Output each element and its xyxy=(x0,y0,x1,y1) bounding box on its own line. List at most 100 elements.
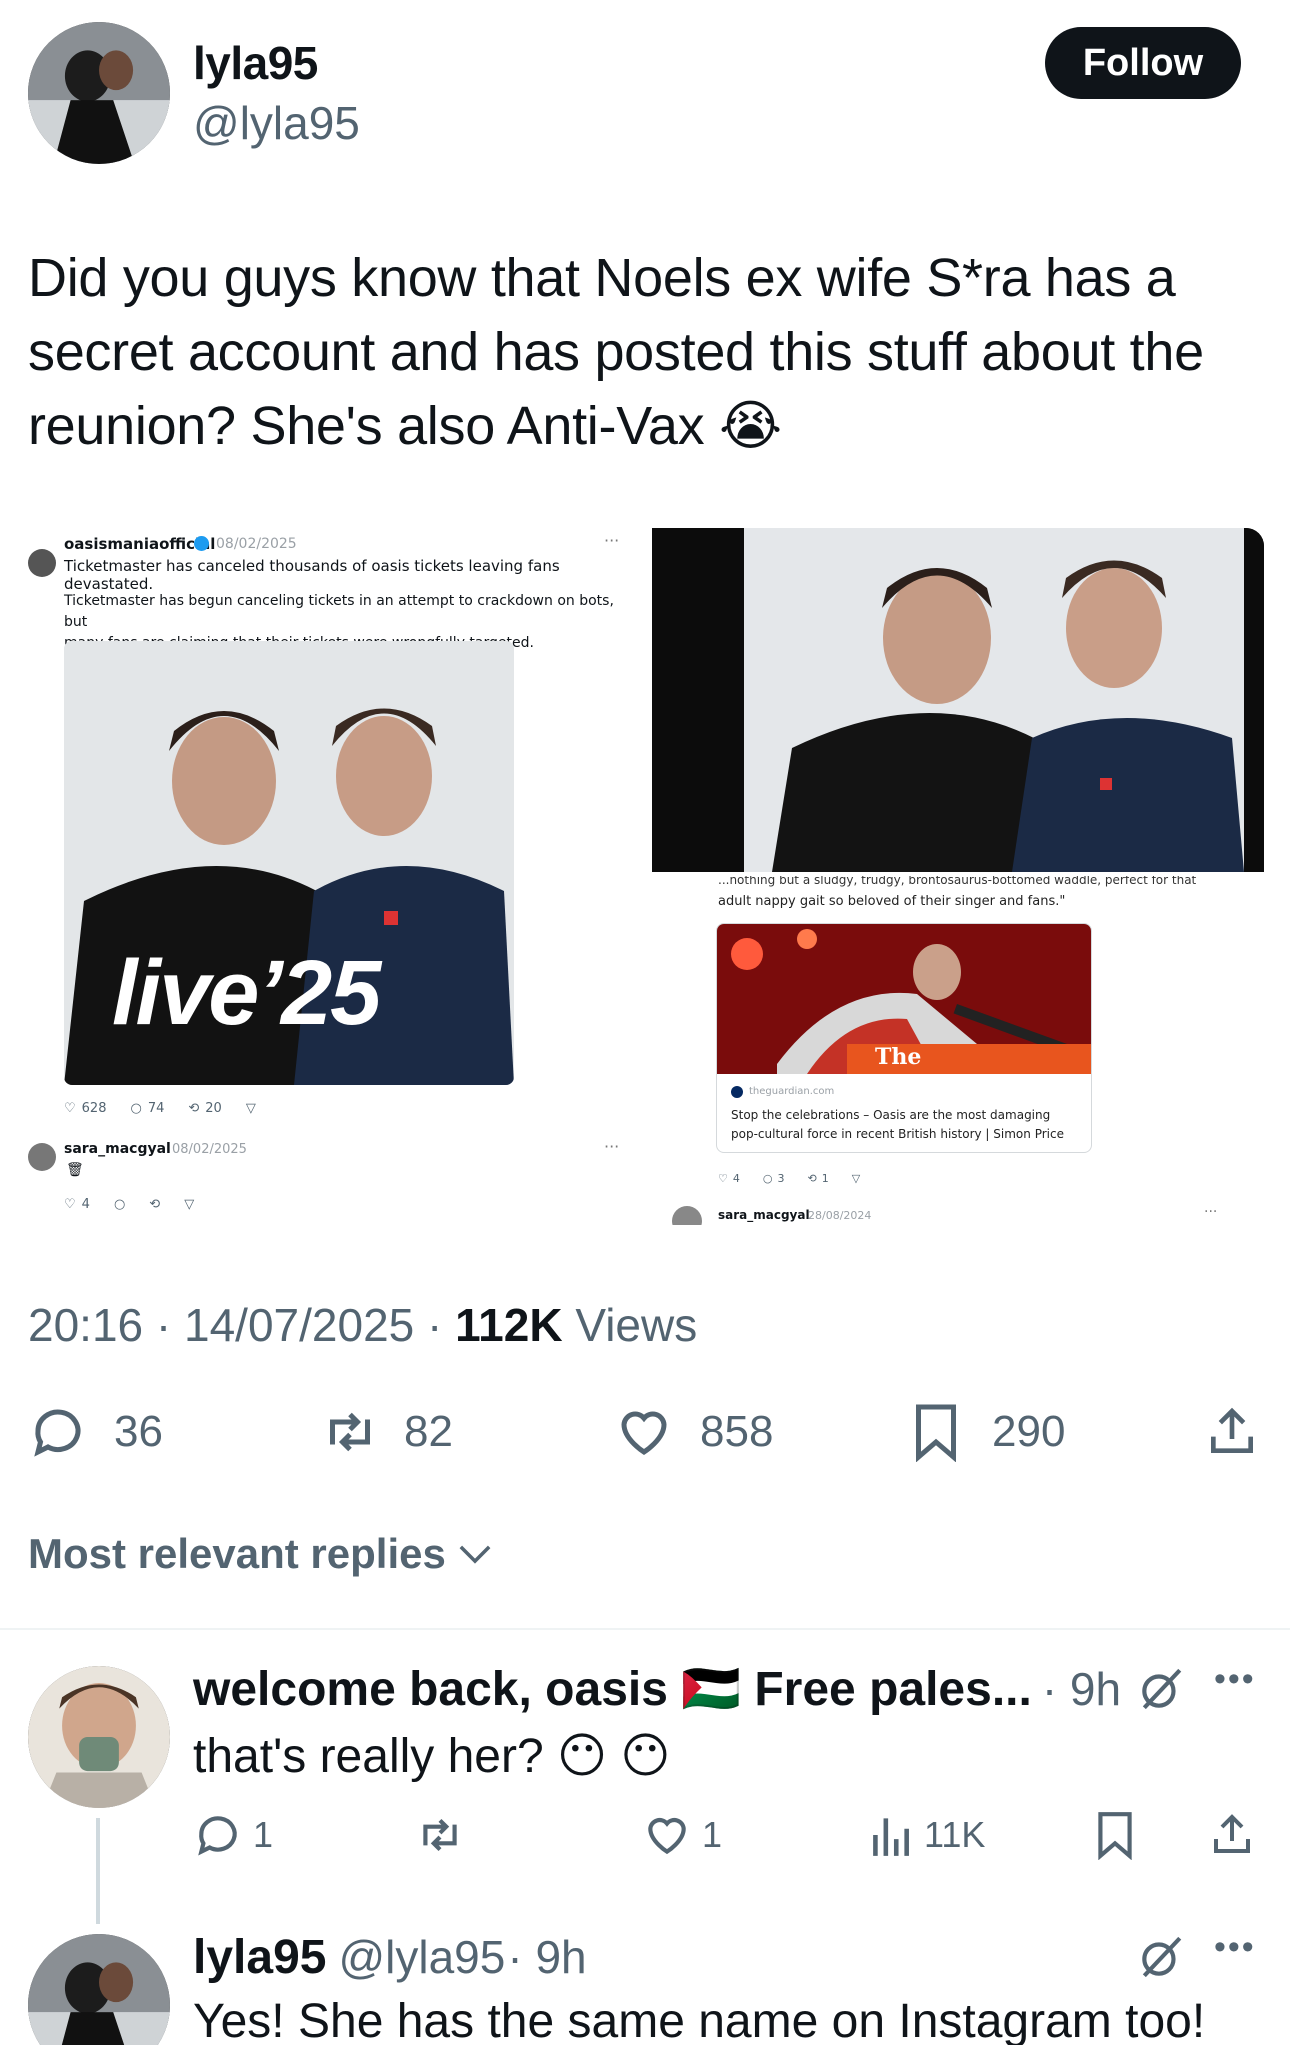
reply-views-count: 11K xyxy=(924,1814,986,1855)
reply-icon xyxy=(198,1816,237,1856)
likes-count: 4 xyxy=(732,1172,740,1185)
reply-icon xyxy=(34,1409,81,1457)
post-account: oasismaniaofficial xyxy=(64,535,216,553)
poster-text: live’25 xyxy=(112,942,381,1044)
reply-text: that's really her? 😶 😶 xyxy=(193,1730,671,1783)
follow-button[interactable]: Follow xyxy=(1045,27,1241,99)
likes-count: 4 xyxy=(81,1197,90,1212)
more-icon: ··· xyxy=(604,1137,620,1156)
replies-count: 36 xyxy=(114,1407,163,1456)
views-icon xyxy=(873,1818,909,1856)
repost-icon: ⟲ xyxy=(149,1197,161,1212)
left-post-actions: ♡ 628 ○ 74 ⟲ 20 ▽ xyxy=(64,1101,256,1116)
comment-icon: ○ xyxy=(113,1197,126,1212)
reply-avatar[interactable] xyxy=(28,1666,170,1808)
attached-image-right[interactable]: ...nothing but a sludgy, trudgy, brontos… xyxy=(652,528,1264,1225)
post-date: 28/08/2024 xyxy=(808,1209,872,1222)
reply-views-button[interactable]: 11K xyxy=(868,1810,985,1860)
bookmark-icon xyxy=(916,1404,956,1462)
grok-icon xyxy=(1142,1668,1182,1710)
avatar-image-icon xyxy=(28,1934,170,2045)
thread-line xyxy=(96,1818,100,1924)
like-button[interactable]: 858 xyxy=(614,1402,773,1462)
author-avatar[interactable] xyxy=(28,22,170,164)
bookmark-icon xyxy=(1098,1812,1132,1860)
more-icon: ··· xyxy=(604,531,620,550)
tweet-text-line: reunion? She's also Anti-Vax 😭 xyxy=(28,396,782,456)
post-headline: Ticketmaster has canceled thousands of o… xyxy=(64,557,560,593)
reply-repost-button[interactable] xyxy=(412,1810,468,1860)
author-handle[interactable]: @lyla95 xyxy=(193,96,360,150)
more-icon[interactable]: ••• xyxy=(1214,1660,1256,1699)
heart-icon: ♡ xyxy=(718,1172,728,1185)
reply-bookmark-button[interactable] xyxy=(1094,1810,1136,1860)
comment-icon: ○ xyxy=(762,1172,773,1185)
tweet-text: Did you guys know that Noels ex wife S*r… xyxy=(28,241,1268,463)
reply-avatar[interactable] xyxy=(28,1934,170,2045)
more-icon[interactable]: ••• xyxy=(1214,1928,1256,1967)
avatar-image-icon xyxy=(28,1666,170,1808)
post-date: 08/02/2025 xyxy=(216,536,297,552)
reply-date: 08/02/2025 xyxy=(172,1142,247,1157)
separator-dot: · xyxy=(155,1299,172,1351)
reply-author-handle[interactable]: @lyla95 xyxy=(338,1930,505,1984)
share-icon: ▽ xyxy=(184,1197,195,1212)
reply-author-name[interactable]: welcome back, oasis 🇵🇸 Free pales... xyxy=(193,1660,1032,1717)
reply-header: lyla95 @lyla95 · 9h xyxy=(193,1930,587,1985)
quote-line: ...nothing but a sludgy, trudgy, brontos… xyxy=(718,876,1197,887)
more-icon: ··· xyxy=(1204,1204,1218,1220)
tweet-text-line: Did you guys know that Noels ex wife S*r… xyxy=(28,248,1176,308)
repost-icon xyxy=(423,1818,457,1852)
reply-replies-count: 1 xyxy=(253,1814,274,1855)
bookmark-button[interactable]: 290 xyxy=(910,1402,1065,1462)
replies-sort-dropdown[interactable]: Most relevant replies xyxy=(28,1530,492,1578)
guardian-logo-icon xyxy=(731,1086,743,1098)
post-account: sara_macgyal xyxy=(718,1208,810,1222)
divider xyxy=(0,1628,1290,1630)
card-title-line: Stop the celebrations – Oasis are the mo… xyxy=(731,1108,1051,1122)
author-name[interactable]: lyla95 xyxy=(193,36,318,90)
reposts-count: 20 xyxy=(205,1101,222,1116)
post-date: 14/07/2025 xyxy=(184,1299,415,1351)
account-avatar xyxy=(672,1206,702,1225)
chevron-down-icon xyxy=(459,1545,491,1564)
quote-line: adult nappy gait so beloved of their sin… xyxy=(718,894,1066,909)
card-brand: The xyxy=(875,1044,922,1070)
reposts-count: 1 xyxy=(821,1172,829,1185)
share-icon: ▽ xyxy=(245,1101,256,1116)
reply-text: Yes! She has the same name on Instagram … xyxy=(193,1995,1206,2045)
video-frame xyxy=(652,528,1264,872)
reply-share-button[interactable] xyxy=(1208,1810,1256,1860)
repost-button[interactable]: 82 xyxy=(318,1402,453,1462)
right-post-actions: ♡ 4 ○ 3 ⟲ 1 ▽ xyxy=(718,1172,860,1185)
comment-icon: ○ xyxy=(130,1101,142,1116)
likes-count: 628 xyxy=(81,1101,107,1116)
likes-count: 858 xyxy=(700,1407,774,1456)
share-icon xyxy=(1211,1407,1253,1453)
comments-count: 3 xyxy=(777,1172,785,1185)
tweet-text-line: secret account and has posted this stuff… xyxy=(28,322,1204,382)
post-time: 20:16 xyxy=(28,1299,144,1351)
band-photo-icon xyxy=(652,528,1264,872)
reply-reply-button[interactable]: 1 xyxy=(193,1810,273,1860)
grok-button[interactable] xyxy=(1136,1664,1186,1719)
reply-header: welcome back, oasis 🇵🇸 Free pales... · 9… xyxy=(193,1660,1193,1717)
post-body-line: Ticketmaster has begun canceling tickets… xyxy=(64,593,614,630)
reply-button[interactable]: 36 xyxy=(28,1402,163,1462)
grok-button[interactable] xyxy=(1136,1932,1186,1987)
link-card: The theguardian.com Stop the celebration… xyxy=(716,923,1092,1153)
reply-like-button[interactable]: 1 xyxy=(642,1810,722,1860)
reply-author-name[interactable]: lyla95 xyxy=(193,1930,326,1985)
share-button[interactable] xyxy=(1204,1402,1260,1462)
bookmarks-count: 290 xyxy=(992,1407,1066,1456)
reposts-count: 82 xyxy=(404,1407,453,1456)
comments-count: 74 xyxy=(147,1101,165,1116)
verified-icon xyxy=(194,536,209,551)
grok-icon xyxy=(1142,1936,1182,1978)
attached-image-left[interactable]: oasismaniaofficial 08/02/2025 ··· Ticket… xyxy=(22,525,640,1225)
heart-icon xyxy=(648,1817,686,1855)
card-title: Stop the celebrations – Oasis are the mo… xyxy=(731,1106,1064,1144)
views-label: Views xyxy=(575,1299,698,1351)
heart-icon: ♡ xyxy=(64,1197,76,1212)
heart-icon: ♡ xyxy=(64,1101,76,1116)
